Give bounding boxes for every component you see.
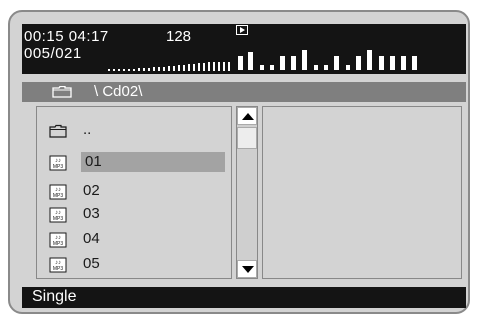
svg-text:♪♪: ♪♪ bbox=[55, 158, 61, 164]
folder-icon bbox=[49, 124, 67, 138]
mp3-file-icon: MP3 ♪♪ bbox=[49, 232, 67, 248]
svg-text:♪♪: ♪♪ bbox=[55, 260, 61, 266]
svg-text:MP3: MP3 bbox=[53, 164, 64, 170]
svg-text:MP3: MP3 bbox=[53, 241, 64, 247]
mp3-file-icon: MP3 ♪♪ bbox=[49, 155, 67, 171]
selection-highlight bbox=[81, 152, 225, 172]
spectrum-meter bbox=[238, 50, 417, 70]
file-list[interactable]: .. MP3 ♪♪ 01 MP3 ♪♪ 02 MP3 ♪♪ 03 MP3 ♪♪ bbox=[36, 106, 232, 279]
list-item-01[interactable]: MP3 ♪♪ 01 bbox=[37, 152, 231, 174]
mp3-file-icon: MP3 ♪♪ bbox=[49, 257, 67, 273]
list-item-label: 04 bbox=[83, 230, 100, 247]
list-item-05[interactable]: MP3 ♪♪ 05 bbox=[37, 254, 231, 276]
mp3-file-icon: MP3 ♪♪ bbox=[49, 184, 67, 200]
track-position: 005/021 bbox=[24, 45, 82, 62]
level-meter-small bbox=[108, 62, 230, 71]
list-item-03[interactable]: MP3 ♪♪ 03 bbox=[37, 204, 231, 226]
list-item-label: 03 bbox=[83, 205, 100, 222]
preview-panel bbox=[262, 106, 462, 279]
folder-icon bbox=[52, 86, 72, 98]
mp3-file-icon: MP3 ♪♪ bbox=[49, 207, 67, 223]
list-item-04[interactable]: MP3 ♪♪ 04 bbox=[37, 229, 231, 251]
svg-text:MP3: MP3 bbox=[53, 193, 64, 199]
total-time: 04:17 bbox=[68, 28, 109, 45]
elapsed-time: 00:15 bbox=[24, 28, 65, 45]
list-item-label: 02 bbox=[83, 182, 100, 199]
play-icon bbox=[236, 25, 248, 35]
svg-text:♪♪: ♪♪ bbox=[55, 187, 61, 193]
list-item-label: .. bbox=[83, 121, 92, 138]
scroll-up-arrow-icon[interactable] bbox=[237, 107, 257, 125]
breadcrumb: \ Cd02\ bbox=[94, 83, 143, 100]
svg-text:MP3: MP3 bbox=[53, 216, 64, 222]
svg-text:♪♪: ♪♪ bbox=[55, 210, 61, 216]
path-bar: \ Cd02\ bbox=[22, 82, 466, 102]
svg-text:MP3: MP3 bbox=[53, 266, 64, 272]
list-item-label: 01 bbox=[85, 153, 102, 170]
list-item-label: 05 bbox=[83, 255, 100, 272]
list-item-02[interactable]: MP3 ♪♪ 02 bbox=[37, 181, 231, 203]
list-item-parent[interactable]: .. bbox=[37, 120, 231, 142]
scrollbar[interactable] bbox=[236, 106, 258, 279]
status-bar: 00:15 04:17 128 005/021 bbox=[22, 24, 466, 74]
scroll-down-arrow-icon[interactable] bbox=[237, 260, 257, 278]
svg-text:♪♪: ♪♪ bbox=[55, 235, 61, 241]
play-mode-label: Single bbox=[32, 288, 77, 305]
bitrate: 128 bbox=[166, 28, 192, 45]
scroll-thumb[interactable] bbox=[237, 127, 257, 149]
mode-bar[interactable]: Single bbox=[22, 287, 466, 308]
